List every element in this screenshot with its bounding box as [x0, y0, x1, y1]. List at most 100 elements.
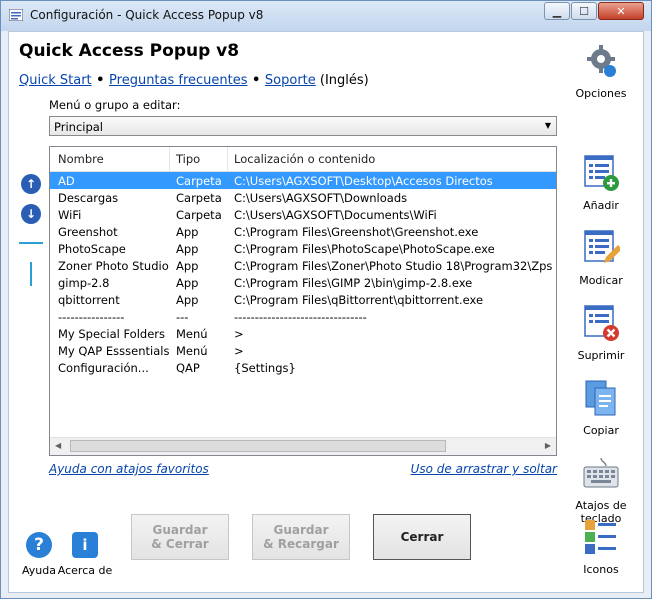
faq-link[interactable]: Preguntas frecuentes	[109, 73, 248, 88]
add-label: Añadir	[583, 199, 619, 212]
info-icon: i	[72, 532, 98, 558]
row-name: My QAP Esssentials	[58, 344, 170, 358]
icons-icon	[585, 520, 616, 554]
close-button-label: Cerrar	[400, 530, 444, 544]
row-name: Greenshot	[58, 225, 118, 239]
delete-icon	[584, 305, 619, 341]
list-row[interactable]: AD Carpeta C:\Users\AGXSOFT\Desktop\Acceso…	[50, 172, 556, 189]
row-location: {Settings}	[234, 361, 296, 375]
row-location: C:\Users\AGXSOFT\Downloads	[234, 191, 408, 205]
list-row[interactable]: gimp-2.8 App C:\Program Files\GIMP 2\bin\g…	[50, 274, 556, 291]
column-header-type[interactable]: Tipo	[176, 152, 200, 166]
row-location: C:\Program Files\Greenshot\Greenshot.exe	[234, 225, 479, 239]
row-type: App	[176, 242, 199, 256]
list-row[interactable]: My QAP Esssentials Menú >	[50, 342, 556, 359]
row-name: WiFi	[58, 208, 82, 222]
quick-start-link[interactable]: Quick Start	[19, 73, 92, 88]
row-type: App	[176, 225, 199, 239]
row-type: QAP	[176, 361, 200, 375]
row-type: App	[176, 293, 199, 307]
minimize-button[interactable]: ▁	[544, 2, 570, 20]
about-label: Acerca de	[57, 564, 113, 577]
maximize-button[interactable]: ☐	[571, 2, 597, 20]
close-icon: ✕	[616, 4, 626, 18]
column-break-icon[interactable]	[30, 262, 32, 286]
row-name: Configuración...	[58, 361, 149, 375]
list-row[interactable]: WiFi Carpeta C:\Users\AGXSOFT\Documents\Wi…	[50, 206, 556, 223]
minimize-icon: ▁	[552, 4, 562, 18]
row-location: C:\Users\AGXSOFT\Desktop\Accesos Directo…	[234, 174, 493, 188]
row-type: Menú	[176, 344, 208, 358]
close-window-button[interactable]: ✕	[598, 2, 644, 20]
add-button[interactable]: Añadir	[561, 154, 641, 212]
gear-icon	[587, 45, 616, 77]
copy-icon	[585, 380, 616, 416]
list-row[interactable]: Greenshot App C:\Program Files\Greenshot\G…	[50, 223, 556, 240]
save-reload-line2: & Recargar	[263, 537, 339, 551]
support-link[interactable]: Soporte	[265, 73, 316, 88]
list-row[interactable]: ---------------- --- ---------------------…	[50, 308, 556, 325]
save-close-line1: Guardar	[152, 523, 208, 537]
modify-label: Modicar	[579, 274, 623, 287]
row-name: AD	[58, 174, 75, 188]
row-type: App	[176, 276, 199, 290]
client-area: Quick Access Popup v8 Quick Start • Preg…	[8, 31, 644, 593]
maximize-icon: ☐	[579, 4, 589, 18]
row-type: Carpeta	[176, 174, 222, 188]
options-button[interactable]: Opciones	[561, 42, 641, 100]
row-name: Zoner Photo Studio	[58, 259, 169, 273]
move-up-button[interactable]: ↑	[21, 174, 41, 194]
list-row[interactable]: PhotoScape App C:\Program Files\PhotoScape…	[50, 240, 556, 257]
app-icon	[9, 9, 23, 21]
scroll-right-icon[interactable]: ▶	[545, 441, 551, 450]
icons-button[interactable]: Iconos	[561, 518, 641, 576]
modify-button[interactable]: Modicar	[561, 229, 641, 287]
list-row[interactable]: Descargas Carpeta C:\Users\AGXSOFT\Downloa…	[50, 189, 556, 206]
save-close-line2: & Cerrar	[151, 537, 209, 551]
title-bar[interactable]: Configuración - Quick Access Popup v8 ▁ …	[1, 1, 651, 31]
save-reload-line1: Guardar	[273, 523, 329, 537]
save-close-button[interactable]: Guardar & Cerrar	[131, 514, 229, 560]
row-type: Carpeta	[176, 191, 222, 205]
row-type: Menú	[176, 327, 208, 341]
move-down-button[interactable]: ↓	[21, 204, 41, 224]
row-location: >	[234, 327, 244, 341]
row-location: C:\Program Files\GIMP 2\bin\gimp-2.8.exe	[234, 276, 473, 290]
list-row[interactable]: Zoner Photo Studio App C:\Program Files\Zo…	[50, 257, 556, 274]
column-divider	[169, 147, 170, 171]
menu-select[interactable]: Principal ▼	[49, 116, 557, 136]
edit-icon	[584, 230, 622, 263]
arrow-down-icon: ↓	[25, 207, 37, 221]
drag-drop-help-link[interactable]: Uso de arrastrar y soltar	[411, 462, 557, 476]
settings-window: Configuración - Quick Access Popup v8 ▁ …	[0, 0, 652, 599]
column-header-name[interactable]: Nombre	[58, 152, 104, 166]
list-header: Nombre Tipo Localización o contenido	[50, 147, 556, 172]
scroll-thumb[interactable]	[70, 440, 446, 452]
row-type: ---	[176, 310, 189, 324]
row-location: C:\Users\AGXSOFT\Documents\WiFi	[234, 208, 437, 222]
options-label: Opciones	[575, 87, 627, 100]
icons-label: Iconos	[583, 563, 619, 576]
copy-button[interactable]: Copiar	[561, 379, 641, 437]
menu-select-value: Principal	[54, 120, 104, 134]
row-name: qbittorrent	[58, 293, 120, 307]
save-reload-button[interactable]: Guardar & Recargar	[252, 514, 350, 560]
support-language: (Inglés)	[315, 73, 369, 88]
menu-label: Menú o grupo a editar:	[49, 98, 181, 112]
horizontal-scrollbar[interactable]: ◀ ▶	[50, 437, 556, 455]
list-row[interactable]: My Special Folders Menú >	[50, 325, 556, 342]
shortcuts-help-link[interactable]: Ayuda con atajos favoritos	[49, 462, 209, 476]
list-row[interactable]: qbittorrent App C:\Program Files\qBittorre…	[50, 291, 556, 308]
scroll-left-icon[interactable]: ◀	[55, 441, 61, 450]
list-row[interactable]: Configuración... QAP {Settings}	[50, 359, 556, 376]
column-header-location[interactable]: Localización o contenido	[234, 152, 375, 166]
row-type: App	[176, 259, 199, 273]
hotkeys-button[interactable]: Atajos de teclado	[555, 454, 647, 525]
separator-icon[interactable]	[19, 242, 43, 244]
delete-button[interactable]: Suprimir	[561, 304, 641, 362]
about-button[interactable]: i Acerca de	[55, 532, 115, 577]
favorites-list[interactable]: Nombre Tipo Localización o contenido AD C…	[49, 146, 557, 456]
close-button[interactable]: Cerrar	[373, 514, 471, 560]
row-name: gimp-2.8	[58, 276, 110, 290]
row-name: PhotoScape	[58, 242, 126, 256]
